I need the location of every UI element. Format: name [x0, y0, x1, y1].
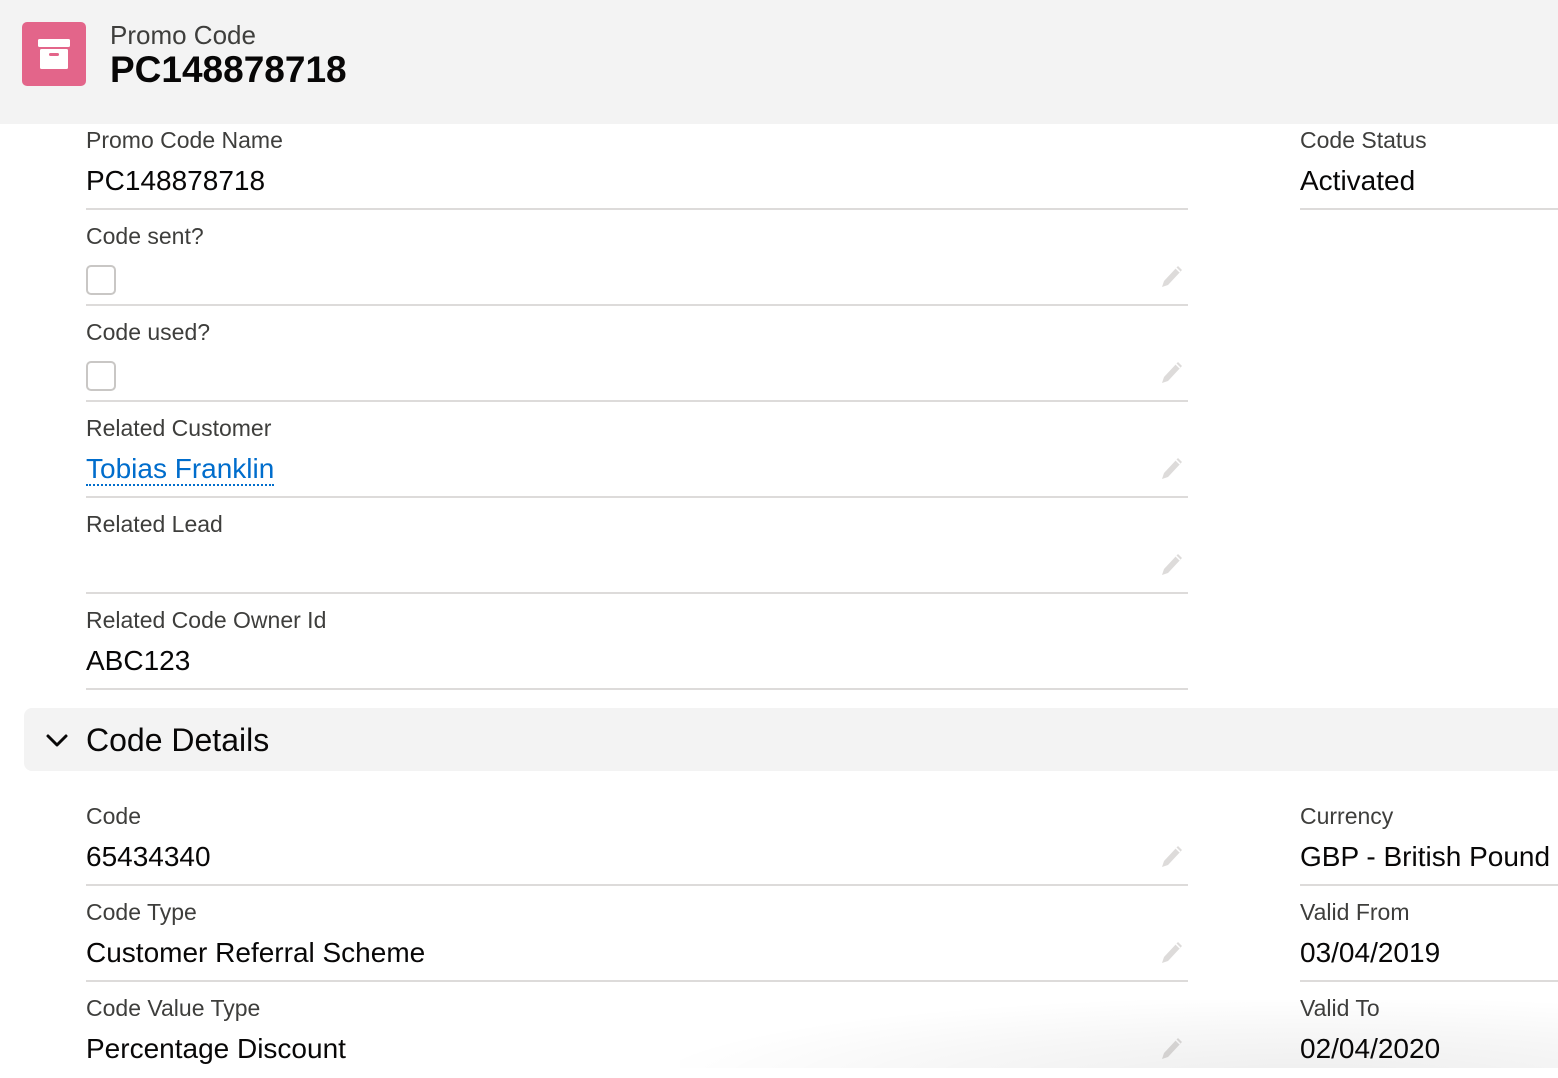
pencil-icon[interactable]	[1158, 358, 1186, 386]
field-label: Code Status	[1300, 127, 1427, 153]
field-label: Promo Code Name	[86, 127, 283, 153]
field-label: Code used?	[86, 319, 211, 345]
field-valid-from: Valid From 03/04/2019	[1300, 886, 1558, 982]
field-label: Code Value Type	[86, 995, 261, 1021]
field-related-lead: Related Lead	[86, 498, 1188, 594]
field-label: Code	[86, 803, 141, 829]
field-code-sent: Code sent?	[86, 210, 1188, 306]
pencil-icon[interactable]	[1158, 262, 1186, 290]
field-code: Code 65434340	[86, 790, 1188, 886]
field-valid-to: Valid To 02/04/2020	[1300, 982, 1558, 1078]
record-header: Promo Code PC148878718	[0, 0, 1558, 124]
chevron-down-icon[interactable]	[44, 728, 70, 754]
pencil-icon[interactable]	[1158, 454, 1186, 482]
field-label: Currency	[1300, 803, 1394, 829]
code-used-checkbox[interactable]	[86, 361, 116, 391]
pencil-icon[interactable]	[1158, 550, 1186, 578]
object-type-label: Promo Code	[110, 20, 256, 50]
pencil-icon[interactable]	[1158, 842, 1186, 870]
field-label: Code sent?	[86, 223, 204, 249]
field-value: ABC123	[86, 645, 191, 676]
field-currency: Currency GBP - British Pound	[1300, 790, 1558, 886]
field-value: Activated	[1300, 165, 1416, 196]
field-label: Related Lead	[86, 511, 223, 537]
section-header-code-details[interactable]: Code Details	[24, 708, 1558, 771]
pencil-icon[interactable]	[1158, 1034, 1186, 1062]
field-value: 65434340	[86, 841, 211, 872]
field-value: Percentage Discount	[86, 1033, 346, 1064]
field-label: Related Code Owner Id	[86, 607, 327, 633]
field-value: PC148878718	[86, 165, 266, 196]
field-code-type: Code Type Customer Referral Scheme	[86, 886, 1188, 982]
pencil-icon[interactable]	[1158, 938, 1186, 966]
code-sent-checkbox[interactable]	[86, 265, 116, 295]
field-label: Valid To	[1300, 995, 1380, 1021]
field-label: Code Type	[86, 899, 197, 925]
field-code-status: Code Status Activated	[1300, 114, 1558, 210]
field-code-used: Code used?	[86, 306, 1188, 402]
archive-box-icon	[22, 22, 86, 86]
related-customer-link[interactable]: Tobias Franklin	[86, 454, 275, 486]
field-code-value-type: Code Value Type Percentage Discount	[86, 982, 1188, 1078]
field-related-customer: Related Customer Tobias Franklin	[86, 402, 1188, 498]
field-promo-code-name: Promo Code Name PC148878718	[86, 114, 1188, 210]
field-value: Customer Referral Scheme	[86, 937, 426, 968]
field-value: 02/04/2020	[1300, 1033, 1441, 1064]
field-value: GBP - British Pound	[1300, 841, 1551, 872]
field-label: Related Customer	[86, 415, 272, 441]
section-title: Code Details	[86, 722, 270, 758]
field-related-code-owner-id: Related Code Owner Id ABC123	[86, 594, 1188, 690]
record-title: PC148878718	[110, 49, 347, 90]
field-value: 03/04/2019	[1300, 937, 1441, 968]
field-label: Valid From	[1300, 899, 1410, 925]
